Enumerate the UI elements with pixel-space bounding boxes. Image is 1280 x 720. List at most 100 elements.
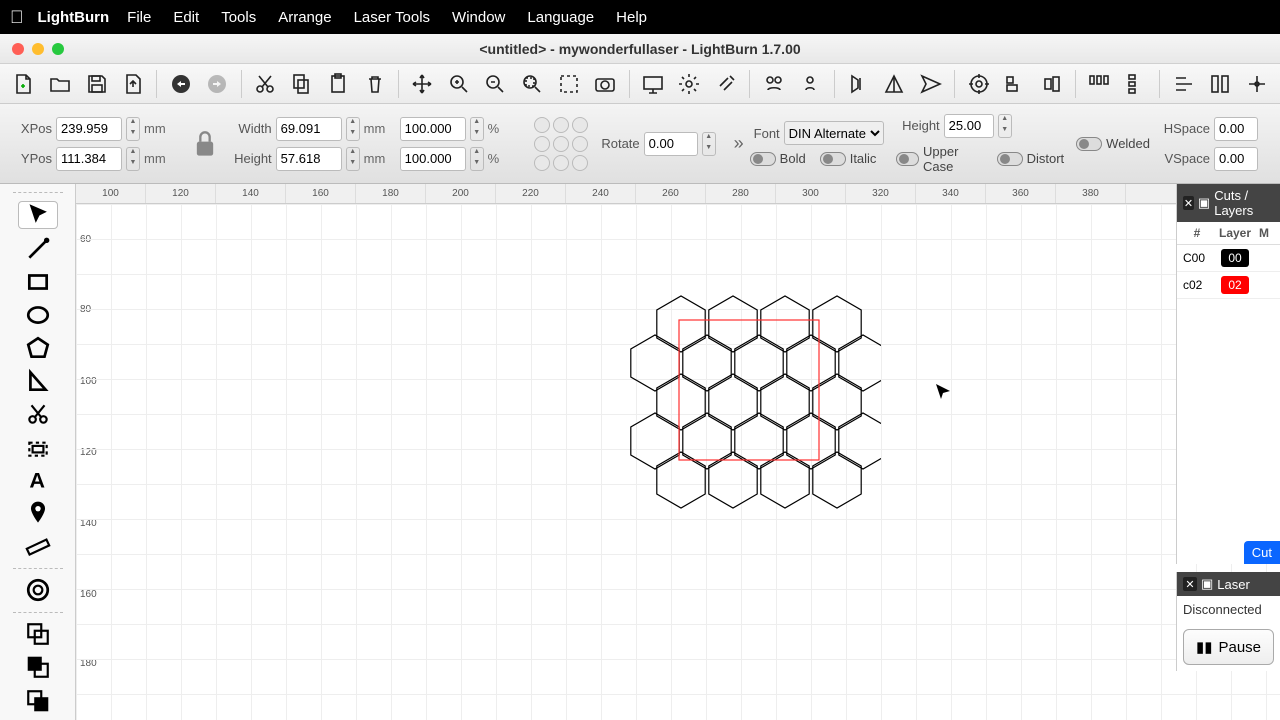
target-tool[interactable] — [18, 577, 58, 604]
align-center-button[interactable] — [963, 68, 994, 100]
italic-toggle[interactable]: Italic — [820, 151, 877, 166]
canvas[interactable]: 100120140 160180200 220240260 280300320 … — [76, 184, 1280, 720]
bold-toggle[interactable]: Bold — [750, 151, 806, 166]
new-file-button[interactable] — [8, 68, 39, 100]
camera-button[interactable] — [590, 68, 621, 100]
layer-swatch[interactable]: 02 — [1221, 276, 1249, 294]
ypos-input[interactable] — [56, 147, 122, 171]
xpos-input[interactable] — [56, 117, 122, 141]
offset-tool[interactable] — [18, 433, 58, 460]
flip-v-button[interactable] — [916, 68, 947, 100]
app-name[interactable]: LightBurn — [38, 9, 110, 26]
cut-button[interactable]: Cut — [1244, 541, 1280, 564]
apple-menu-icon[interactable]:  — [10, 7, 24, 28]
menu-tools[interactable]: Tools — [221, 9, 256, 26]
menu-arrange[interactable]: Arrange — [278, 9, 331, 26]
align-middle-button[interactable] — [1037, 68, 1068, 100]
paste-button[interactable] — [323, 68, 354, 100]
height-input[interactable] — [276, 147, 342, 171]
layer-row-c00[interactable]: C00 00 — [1177, 245, 1280, 272]
rotate-input[interactable] — [644, 132, 698, 156]
minimize-window-button[interactable] — [32, 43, 44, 55]
edit-nodes-tool[interactable] — [18, 400, 58, 427]
distribute-v-button[interactable] — [1121, 68, 1152, 100]
ungroup-button[interactable] — [795, 68, 826, 100]
expand-toolbar-button[interactable]: » — [734, 133, 744, 154]
align-tool-button[interactable] — [1168, 68, 1199, 100]
redo-button[interactable] — [202, 68, 233, 100]
font-select[interactable]: DIN Alternate — [784, 121, 884, 145]
position-tool[interactable] — [18, 500, 58, 527]
boolean-union-button[interactable] — [18, 621, 58, 648]
close-panel-icon[interactable]: ✕ — [1183, 196, 1194, 210]
dock-panel-icon[interactable]: ▣ — [1201, 576, 1213, 592]
scale-y-input[interactable] — [400, 147, 466, 171]
open-file-button[interactable] — [45, 68, 76, 100]
height-stepper[interactable]: ▲▼ — [346, 147, 360, 171]
align-left-button[interactable] — [1000, 68, 1031, 100]
vspace-input[interactable] — [1214, 147, 1258, 171]
zoom-in-button[interactable] — [444, 68, 475, 100]
zoom-out-button[interactable] — [480, 68, 511, 100]
menu-help[interactable]: Help — [616, 9, 647, 26]
text-height-input[interactable] — [944, 114, 994, 138]
export-file-button[interactable] — [118, 68, 149, 100]
menu-edit[interactable]: Edit — [173, 9, 199, 26]
maximize-window-button[interactable] — [52, 43, 64, 55]
pause-button[interactable]: ▮▮ Pause — [1183, 629, 1274, 665]
copy-button[interactable] — [286, 68, 317, 100]
pan-button[interactable] — [407, 68, 438, 100]
lock-aspect-button[interactable] — [186, 119, 224, 169]
cuts-panel-header[interactable]: ✕ ▣ Cuts / Layers — [1177, 184, 1280, 222]
select-tool[interactable] — [18, 201, 58, 229]
flip-h-button[interactable] — [879, 68, 910, 100]
menu-laser-tools[interactable]: Laser Tools — [354, 9, 430, 26]
grid-tool-button[interactable] — [1241, 68, 1272, 100]
measure-tool[interactable] — [18, 533, 58, 560]
text-tool[interactable]: A — [18, 467, 58, 494]
layer-row-c02[interactable]: c02 02 — [1177, 272, 1280, 299]
distribute-h-button[interactable] — [1084, 68, 1115, 100]
welded-toggle[interactable]: Welded — [1076, 136, 1150, 151]
width-input[interactable] — [276, 117, 342, 141]
width-stepper[interactable]: ▲▼ — [346, 117, 360, 141]
ellipse-tool[interactable] — [18, 301, 58, 328]
group-button[interactable] — [758, 68, 789, 100]
close-window-button[interactable] — [12, 43, 24, 55]
device-settings-button[interactable] — [711, 68, 742, 100]
menu-language[interactable]: Language — [527, 9, 594, 26]
cut-button[interactable] — [250, 68, 281, 100]
ypos-stepper[interactable]: ▲▼ — [126, 147, 140, 171]
laser-panel-header[interactable]: ✕ ▣ Laser — [1177, 572, 1280, 596]
undo-button[interactable] — [165, 68, 196, 100]
boolean-intersect-button[interactable] — [18, 687, 58, 714]
hexagon-shapes[interactable] — [621, 294, 881, 514]
line-tool[interactable] — [18, 235, 58, 262]
layer-swatch[interactable]: 00 — [1221, 249, 1249, 267]
array-tool-button[interactable] — [1205, 68, 1236, 100]
uppercase-toggle[interactable]: Upper Case — [896, 144, 985, 174]
preview-button[interactable] — [638, 68, 669, 100]
hspace-input[interactable] — [1214, 117, 1258, 141]
menu-window[interactable]: Window — [452, 9, 505, 26]
text-height-stepper[interactable]: ▲▼ — [998, 114, 1012, 138]
bezier-tool[interactable] — [18, 367, 58, 394]
send-button[interactable] — [843, 68, 874, 100]
delete-button[interactable] — [359, 68, 390, 100]
xpos-stepper[interactable]: ▲▼ — [126, 117, 140, 141]
distort-toggle[interactable]: Distort — [997, 151, 1065, 166]
anchor-grid[interactable] — [534, 117, 588, 171]
close-panel-icon[interactable]: ✕ — [1183, 577, 1197, 591]
zoom-selection-button[interactable] — [553, 68, 584, 100]
scale-y-stepper[interactable]: ▲▼ — [470, 147, 484, 171]
scale-x-stepper[interactable]: ▲▼ — [470, 117, 484, 141]
settings-button[interactable] — [674, 68, 705, 100]
scale-x-input[interactable] — [400, 117, 466, 141]
boolean-subtract-button[interactable] — [18, 654, 58, 681]
dock-panel-icon[interactable]: ▣ — [1198, 195, 1210, 211]
menu-file[interactable]: File — [127, 9, 151, 26]
rectangle-tool[interactable] — [18, 268, 58, 295]
save-file-button[interactable] — [81, 68, 112, 100]
rotate-stepper[interactable]: ▲▼ — [702, 132, 716, 156]
zoom-fit-button[interactable] — [517, 68, 548, 100]
